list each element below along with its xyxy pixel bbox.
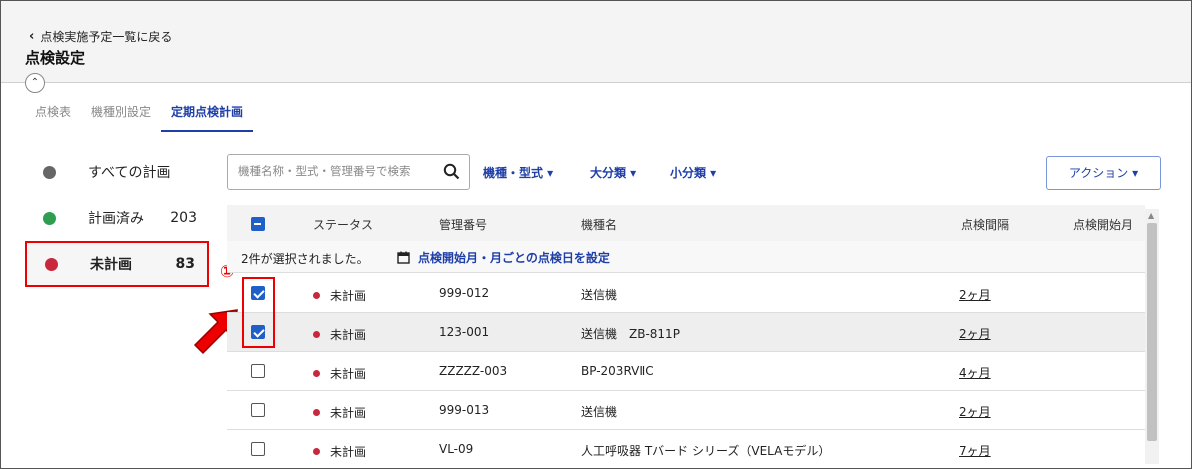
table-row[interactable]: 未計画 VL-09 人工呼吸器 Tバード シリーズ（VELAモデル） 7ヶ月 xyxy=(227,430,1145,468)
id-cell: 999-012 xyxy=(439,286,490,300)
action-button[interactable]: アクション ▾ xyxy=(1046,156,1161,190)
table-row[interactable]: 未計画 999-012 送信機 2ヶ月 xyxy=(227,274,1145,313)
interval-link[interactable]: 7ヶ月 xyxy=(959,442,991,459)
select-all-checkbox[interactable] xyxy=(251,217,265,231)
column-header-id[interactable]: 管理番号 xyxy=(439,216,487,233)
sidebar-item-label: すべての計画 xyxy=(88,165,171,181)
model-cell: 人工呼吸器 Tバード シリーズ（VELAモデル） xyxy=(581,444,831,458)
collapse-header-button[interactable]: ⌃ xyxy=(25,73,45,93)
sidebar-item-label: 未計画 xyxy=(90,257,132,273)
tab-inspection-sheet[interactable]: 点検表 xyxy=(25,101,81,132)
model-cell: 送信機 xyxy=(581,405,618,419)
set-start-month-label: 点検開始月・月ごとの点検日を設定 xyxy=(418,251,610,265)
status-label: 未計画 xyxy=(330,367,367,381)
sidebar-item-label: 計画済み xyxy=(88,211,144,227)
selection-count: 2件が選択されました。 xyxy=(241,252,369,266)
page-title: 点検設定 xyxy=(25,49,86,67)
scrollbar-thumb[interactable] xyxy=(1147,223,1157,441)
back-link[interactable]: ‹ 点検実施予定一覧に戻る xyxy=(29,28,172,45)
interval-link[interactable]: 4ヶ月 xyxy=(959,364,991,381)
status-cell: 未計画 xyxy=(313,287,366,304)
sidebar-item-count: 203 xyxy=(170,210,197,226)
table-row[interactable]: 未計画 123-001 送信機 ZB-811P 2ヶ月 xyxy=(227,313,1145,352)
status-label: 未計画 xyxy=(330,328,367,342)
column-header-interval[interactable]: 点検間隔 xyxy=(961,216,1009,233)
filter-minor-category-dropdown[interactable]: 小分類 ▾ xyxy=(670,164,716,181)
status-cell: 未計画 xyxy=(313,443,366,460)
plan-filter-sidebar: すべての計画 計画済み 203 未計画 83 xyxy=(25,149,209,287)
status-cell: 未計画 xyxy=(313,404,366,421)
annotation-highlight-box xyxy=(242,277,275,348)
status-dot-icon xyxy=(313,292,320,299)
sidebar-item-all-plans[interactable]: すべての計画 xyxy=(25,149,209,195)
sidebar-item-planned[interactable]: 計画済み 203 xyxy=(25,195,209,241)
status-cell: 未計画 xyxy=(313,326,366,343)
sidebar-item-count: 83 xyxy=(175,256,195,272)
column-header-start-month[interactable]: 点検開始月 xyxy=(1073,216,1133,233)
calendar-icon xyxy=(397,251,410,264)
status-dot-icon xyxy=(313,448,320,455)
column-header-status[interactable]: ステータス xyxy=(313,216,373,233)
id-cell: 123-001 xyxy=(439,325,490,339)
set-start-month-link[interactable]: 点検開始月・月ごとの点検日を設定 xyxy=(397,249,610,266)
model-cell: 送信機 xyxy=(581,288,618,302)
status-label: 未計画 xyxy=(330,406,367,420)
model-cell: 送信機 ZB-811P xyxy=(581,327,680,341)
row-checkbox[interactable] xyxy=(251,403,265,417)
page-header: ‹ 点検実施予定一覧に戻る 点検設定 xyxy=(1,1,1191,83)
tab-model-settings[interactable]: 機種別設定 xyxy=(81,101,161,132)
id-cell: ZZZZZ-003 xyxy=(439,364,508,378)
status-dot-icon xyxy=(313,409,320,416)
row-checkbox[interactable] xyxy=(251,442,265,456)
interval-link[interactable]: 2ヶ月 xyxy=(959,403,991,420)
search-box xyxy=(227,154,470,190)
chevron-up-icon: ⌃ xyxy=(30,77,40,88)
table-row[interactable]: 未計画 999-013 送信機 2ヶ月 xyxy=(227,391,1145,430)
status-label: 未計画 xyxy=(330,289,367,303)
table-header-row: ステータス 管理番号 機種名 点検間隔 点検開始月 xyxy=(227,205,1145,244)
table-toolbar: 機種・型式 ▾ 大分類 ▾ 小分類 ▾ アクション ▾ xyxy=(227,154,1161,190)
app-window: ‹ 点検実施予定一覧に戻る 点検設定 ⌃ 点検表 機種別設定 定期点検計画 すべ… xyxy=(0,0,1192,469)
status-cell: 未計画 xyxy=(313,365,366,382)
status-label: 未計画 xyxy=(330,445,367,459)
scroll-up-icon[interactable]: ▲ xyxy=(1148,211,1154,220)
search-icon[interactable] xyxy=(443,163,460,180)
tab-periodic-plan[interactable]: 定期点検計画 xyxy=(161,101,254,132)
filter-model-dropdown[interactable]: 機種・型式 ▾ xyxy=(483,164,553,181)
status-dot-icon xyxy=(45,257,58,271)
search-input[interactable] xyxy=(238,164,438,178)
table-scrollbar[interactable]: ▲ xyxy=(1145,209,1159,464)
interval-link[interactable]: 2ヶ月 xyxy=(959,286,991,303)
model-cell: BP-203RVⅡC xyxy=(581,364,654,378)
status-dot-icon xyxy=(313,370,320,377)
tab-bar: 点検表 機種別設定 定期点検計画 xyxy=(25,101,254,132)
back-link-label: 点検実施予定一覧に戻る xyxy=(40,30,173,44)
status-dot-icon xyxy=(313,331,320,338)
interval-link[interactable]: 2ヶ月 xyxy=(959,325,991,342)
id-cell: 999-013 xyxy=(439,403,490,417)
chevron-left-icon: ‹ xyxy=(29,29,35,44)
sidebar-item-unplanned[interactable]: 未計画 83 xyxy=(25,241,209,287)
row-checkbox[interactable] xyxy=(251,364,265,378)
id-cell: VL-09 xyxy=(439,442,474,456)
filter-major-category-dropdown[interactable]: 大分類 ▾ xyxy=(590,164,636,181)
selection-info-row: 2件が選択されました。 点検開始月・月ごとの点検日を設定 xyxy=(227,241,1145,273)
column-header-model[interactable]: 機種名 xyxy=(581,216,617,233)
table-row[interactable]: 未計画 ZZZZZ-003 BP-203RVⅡC 4ヶ月 xyxy=(227,352,1145,391)
status-dot-icon xyxy=(43,211,56,225)
status-dot-icon xyxy=(43,165,56,179)
